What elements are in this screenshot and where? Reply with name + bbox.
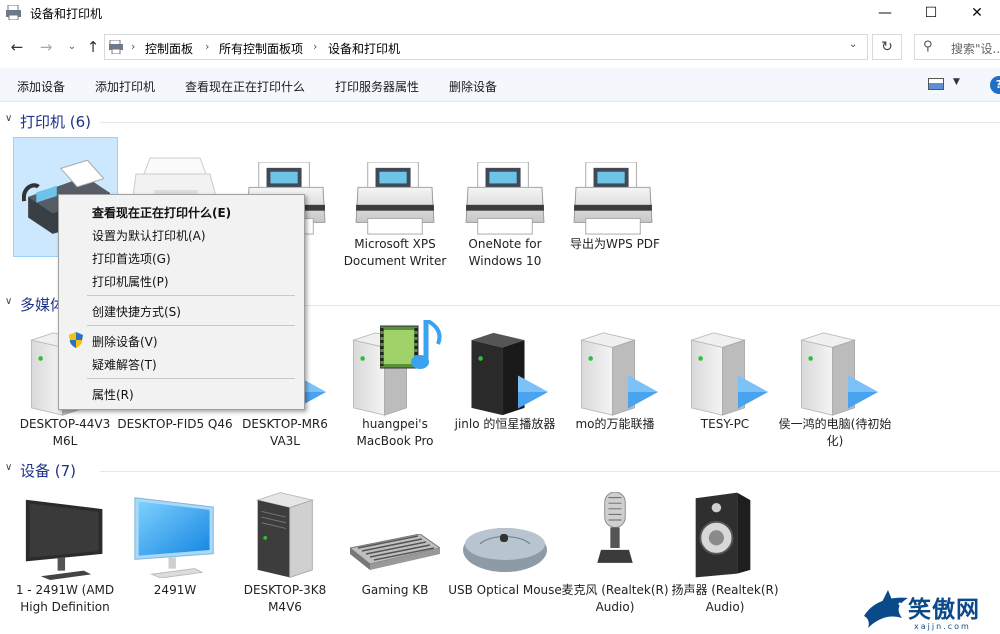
- close-button[interactable]: ✕: [954, 0, 1000, 26]
- breadcrumb-all-items[interactable]: 所有控制面板项: [219, 40, 303, 57]
- group-divider: [100, 471, 1000, 472]
- menu-separator: [87, 378, 295, 379]
- printer-icon: [353, 162, 437, 236]
- minimize-button[interactable]: —: [862, 0, 908, 26]
- menu-separator: [87, 295, 295, 296]
- window-title: 设备和打印机: [30, 7, 103, 21]
- search-placeholder: 搜索"设...: [951, 42, 1000, 56]
- printer-icon: [463, 162, 547, 236]
- device-label: 扬声器 (Realtek(R) Audio): [671, 583, 779, 614]
- command-bar: 添加设备 添加打印机 查看现在正在打印什么 打印服务器属性 删除设备 ▼ ?: [0, 68, 1000, 102]
- group-header-devices[interactable]: ∨ 设备 (7): [0, 460, 1000, 482]
- add-device-button[interactable]: 添加设备: [17, 78, 65, 95]
- device-label: OneNote for Windows 10: [468, 237, 542, 268]
- device-label: Gaming KB: [361, 583, 429, 597]
- speaker-icon: [690, 492, 756, 578]
- collapse-chevron-icon[interactable]: ∨: [5, 113, 12, 124]
- play-icon: [848, 374, 878, 410]
- navigation-bar: ← → ⌄ ↑ › 控制面板 › 所有控制面板项 › 设备和打印机 ⌄ ↻ ⚲ …: [0, 30, 1000, 64]
- context-menu: 查看现在正在打印什么(E) 设置为默认打印机(A) 打印首选项(G) 打印机属性…: [58, 194, 305, 410]
- device-label: TESY-PC: [700, 417, 750, 431]
- play-icon: [738, 374, 768, 410]
- menu-separator: [87, 325, 295, 326]
- shark-logo-icon: [864, 590, 908, 628]
- menu-printing-preferences[interactable]: 打印首选项(G): [92, 250, 171, 267]
- microphone-icon: [590, 492, 640, 576]
- watermark-url: xajjn.com: [914, 622, 971, 631]
- print-server-properties-button[interactable]: 打印服务器属性: [335, 78, 419, 95]
- device-label: jinlo 的恒星播放器: [454, 417, 556, 431]
- breadcrumb-devices-printers[interactable]: 设备和打印机: [328, 40, 400, 57]
- see-whats-printing-button[interactable]: 查看现在正在打印什么: [185, 78, 305, 95]
- help-icon[interactable]: ?: [990, 76, 1000, 94]
- device-label: Microsoft XPS Document Writer: [343, 237, 447, 268]
- monitor-icon: [132, 494, 218, 578]
- device-label: 2491W: [153, 583, 197, 597]
- mouse-icon: [460, 524, 550, 574]
- up-arrow-icon[interactable]: ↑: [83, 37, 103, 57]
- breadcrumb-separator-icon[interactable]: ›: [313, 40, 317, 53]
- breadcrumb-separator-icon[interactable]: ›: [131, 40, 135, 53]
- play-icon: [518, 374, 548, 410]
- add-printer-button[interactable]: 添加打印机: [95, 78, 155, 95]
- back-arrow-icon[interactable]: ←: [7, 37, 27, 57]
- breadcrumb-control-panel[interactable]: 控制面板: [145, 40, 193, 57]
- keyboard-icon: [350, 534, 440, 574]
- address-dropdown-icon[interactable]: ⌄: [849, 39, 857, 50]
- title-bar: 设备和打印机 — ☐ ✕: [0, 0, 1000, 26]
- search-icon: ⚲: [923, 39, 933, 54]
- device-label: huangpei's MacBook Pro: [356, 417, 434, 448]
- remove-device-button[interactable]: 删除设备: [449, 78, 497, 95]
- collapse-chevron-icon[interactable]: ∨: [5, 296, 12, 307]
- computer-icon: [255, 492, 315, 578]
- change-view-icon[interactable]: [928, 78, 944, 90]
- forward-arrow-icon[interactable]: →: [36, 37, 56, 57]
- collapse-chevron-icon[interactable]: ∨: [5, 462, 12, 473]
- menu-remove-device[interactable]: 删除设备(V): [92, 333, 158, 350]
- printer-icon: [571, 162, 655, 236]
- refresh-icon[interactable]: ↻: [872, 34, 902, 60]
- control-panel-icon: [109, 40, 123, 54]
- menu-create-shortcut[interactable]: 创建快捷方式(S): [92, 303, 181, 320]
- group-divider: [100, 122, 1000, 123]
- device-label: DESKTOP-MR6 VA3L: [242, 417, 328, 448]
- device-label: USB Optical Mouse: [448, 583, 562, 597]
- watermark: 笑傲网 xajjn.com: [862, 586, 1000, 634]
- menu-see-whats-printing[interactable]: 查看现在正在打印什么(E): [92, 204, 231, 221]
- device-label: DESKTOP-3K8 M4V6: [243, 583, 327, 614]
- play-icon: [628, 374, 658, 410]
- monitor-icon: [24, 496, 108, 580]
- shield-icon: [69, 332, 83, 348]
- device-label: 侯一鸿的电脑(待初始化): [778, 417, 892, 448]
- menu-properties[interactable]: 属性(R): [92, 386, 134, 403]
- recent-locations-chevron-icon[interactable]: ⌄: [62, 37, 82, 57]
- menu-troubleshoot[interactable]: 疑难解答(T): [92, 356, 157, 373]
- view-dropdown-icon[interactable]: ▼: [953, 77, 960, 87]
- device-label: 1 - 2491W (AMD High Definition: [15, 583, 115, 614]
- music-video-icon: [380, 320, 442, 369]
- maximize-button[interactable]: ☐: [908, 0, 954, 26]
- device-label: DESKTOP-44V3 M6L: [19, 417, 111, 448]
- watermark-text: 笑傲网: [908, 596, 980, 623]
- device-label: DESKTOP-FID5 Q46: [117, 417, 233, 431]
- breadcrumb-separator-icon[interactable]: ›: [205, 40, 209, 53]
- device-label: mo的万能联播: [575, 417, 655, 431]
- menu-set-default-printer[interactable]: 设置为默认打印机(A): [92, 227, 206, 244]
- group-title: 设备 (7): [20, 462, 77, 480]
- device-label: 导出为WPS PDF: [570, 237, 660, 251]
- group-title: 打印机 (6): [20, 113, 92, 131]
- devices-printers-icon: [6, 5, 21, 20]
- menu-printer-properties[interactable]: 打印机属性(P): [92, 273, 169, 290]
- address-bar[interactable]: › 控制面板 › 所有控制面板项 › 设备和打印机 ⌄: [104, 34, 868, 60]
- group-header-printers[interactable]: ∨ 打印机 (6): [0, 111, 1000, 133]
- search-box[interactable]: ⚲ 搜索"设...: [914, 34, 1000, 60]
- device-label: 麦克风 (Realtek(R) Audio): [561, 583, 669, 614]
